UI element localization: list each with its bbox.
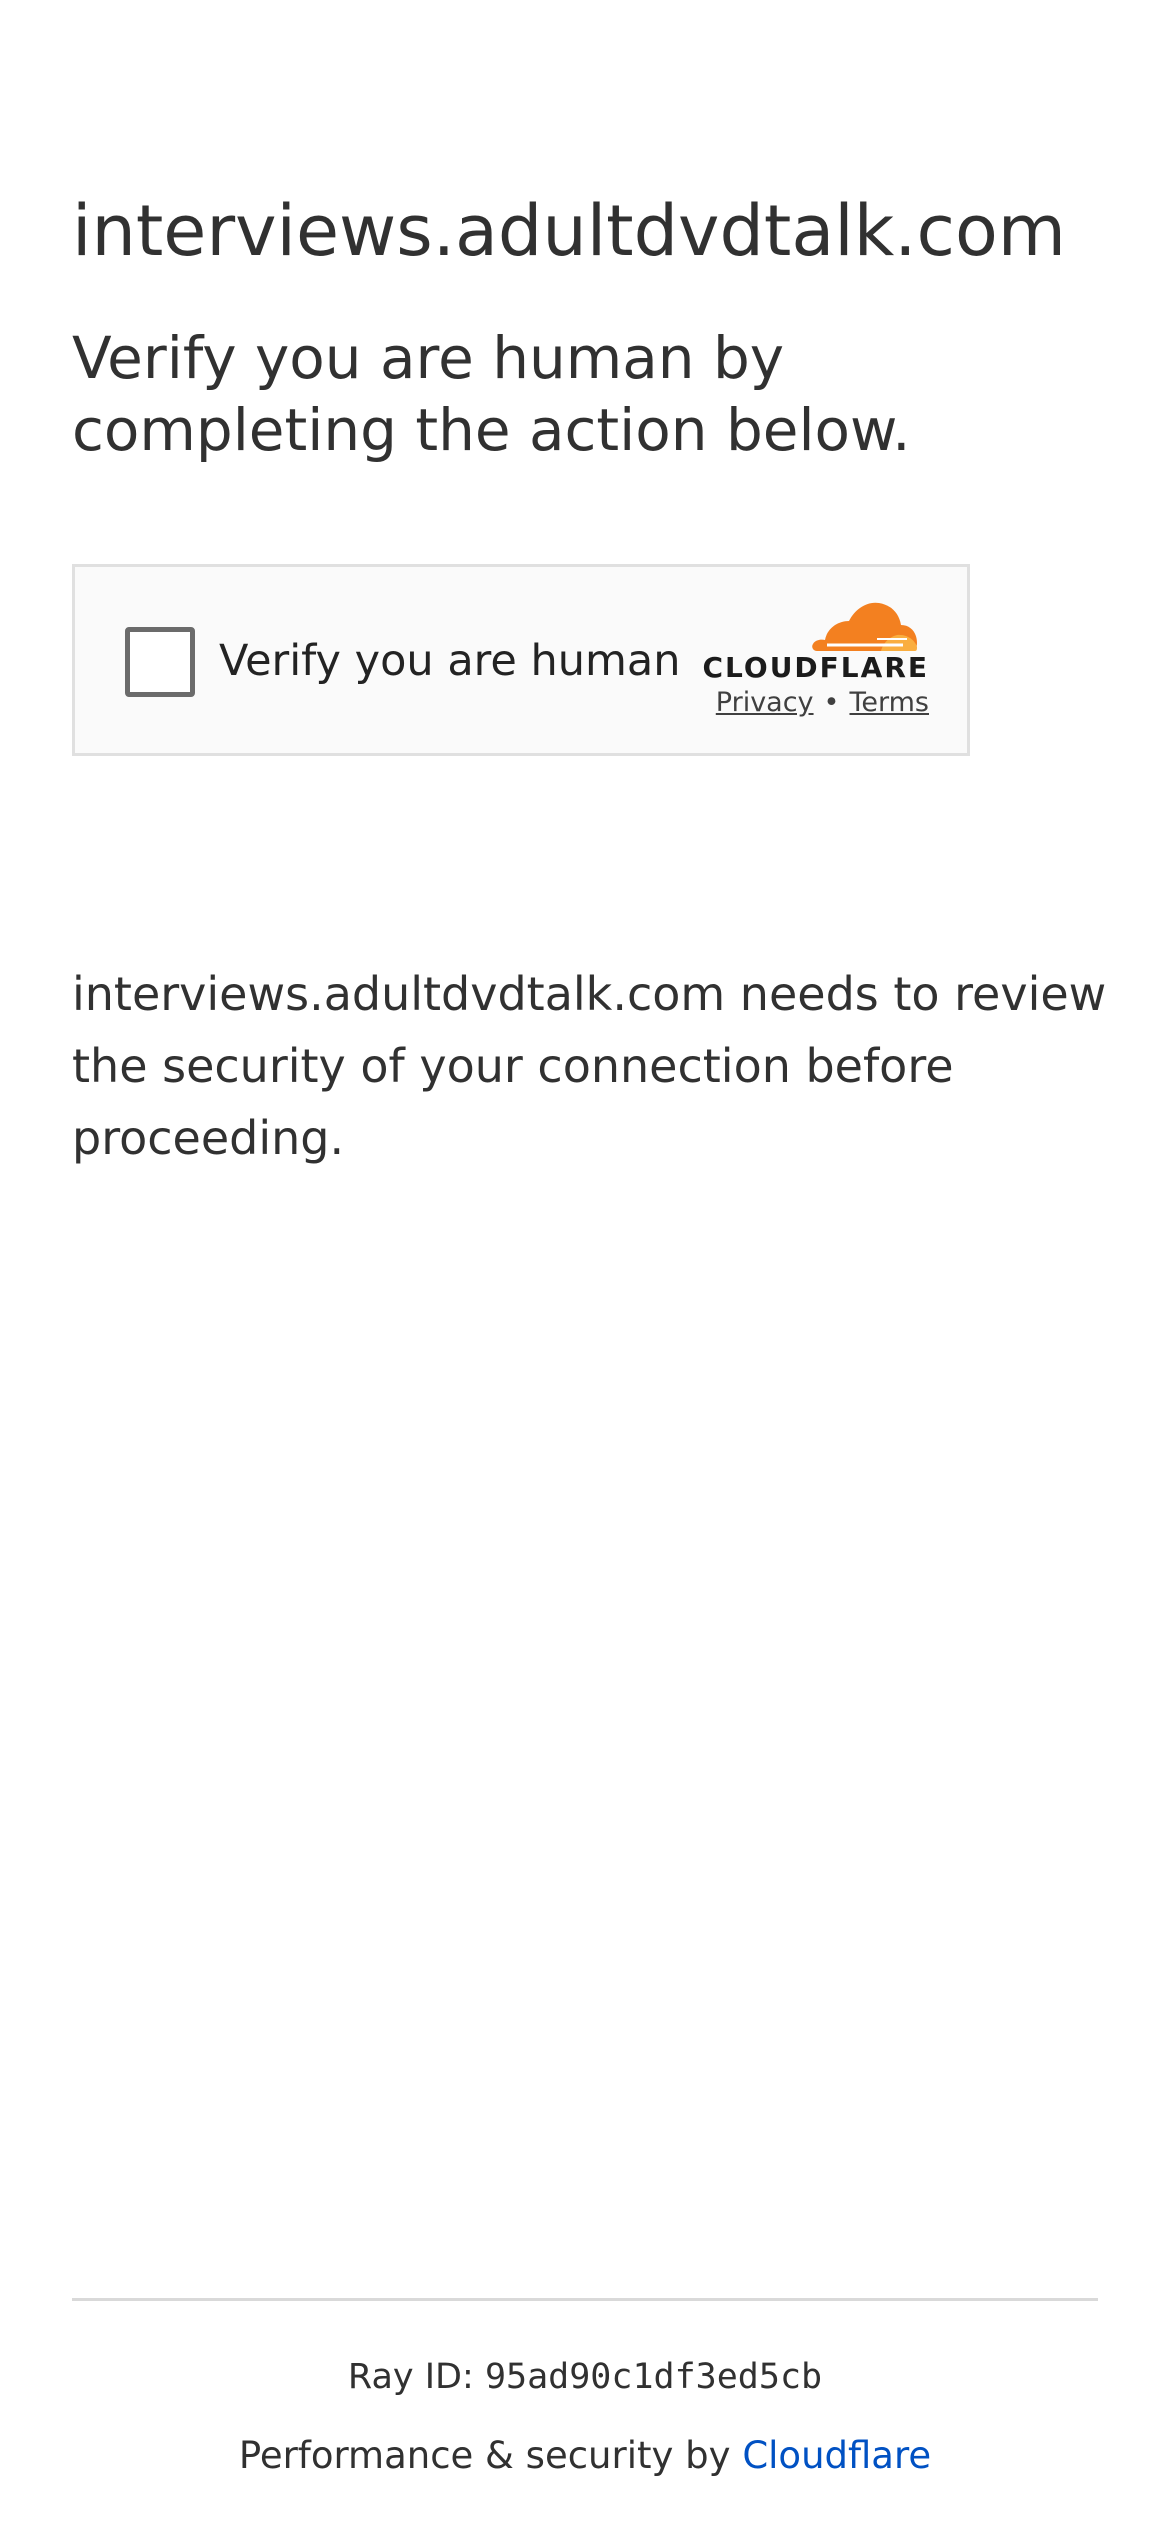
cloudflare-link[interactable]: Cloudflare [742,2434,931,2477]
turnstile-challenge-widget: Verify you are human CLOUDFLARE Privacy •… [72,564,970,756]
terms-link[interactable]: Terms [849,687,929,718]
verify-checkbox[interactable] [125,627,195,697]
footer-divider [72,2298,1098,2301]
security-review-message: interviews.adultdvdtalk.com needs to rev… [72,967,1107,1165]
privacy-link[interactable]: Privacy [716,687,814,718]
link-separator: • [823,687,840,718]
ray-id-line: Ray ID: 95ad90c1df3ed5cb [0,2352,1170,2402]
cloudflare-cloud-icon [812,602,917,651]
performance-security-footer: Performance & security by Cloudflare [0,2430,1170,2482]
ray-id-label: Ray ID: [347,2357,474,2397]
site-title: interviews.adultdvdtalk.com [72,190,1066,272]
widget-links: Privacy • Terms [675,687,929,718]
ray-id-value: 95ad90c1df3ed5cb [484,2357,823,2397]
verify-checkbox-label[interactable]: Verify you are human [219,633,681,689]
verify-heading: Verify you are human by completing the a… [72,324,911,464]
cloudflare-wordmark: CLOUDFLARE [702,651,929,684]
performance-text: Performance & security by [238,2434,731,2477]
